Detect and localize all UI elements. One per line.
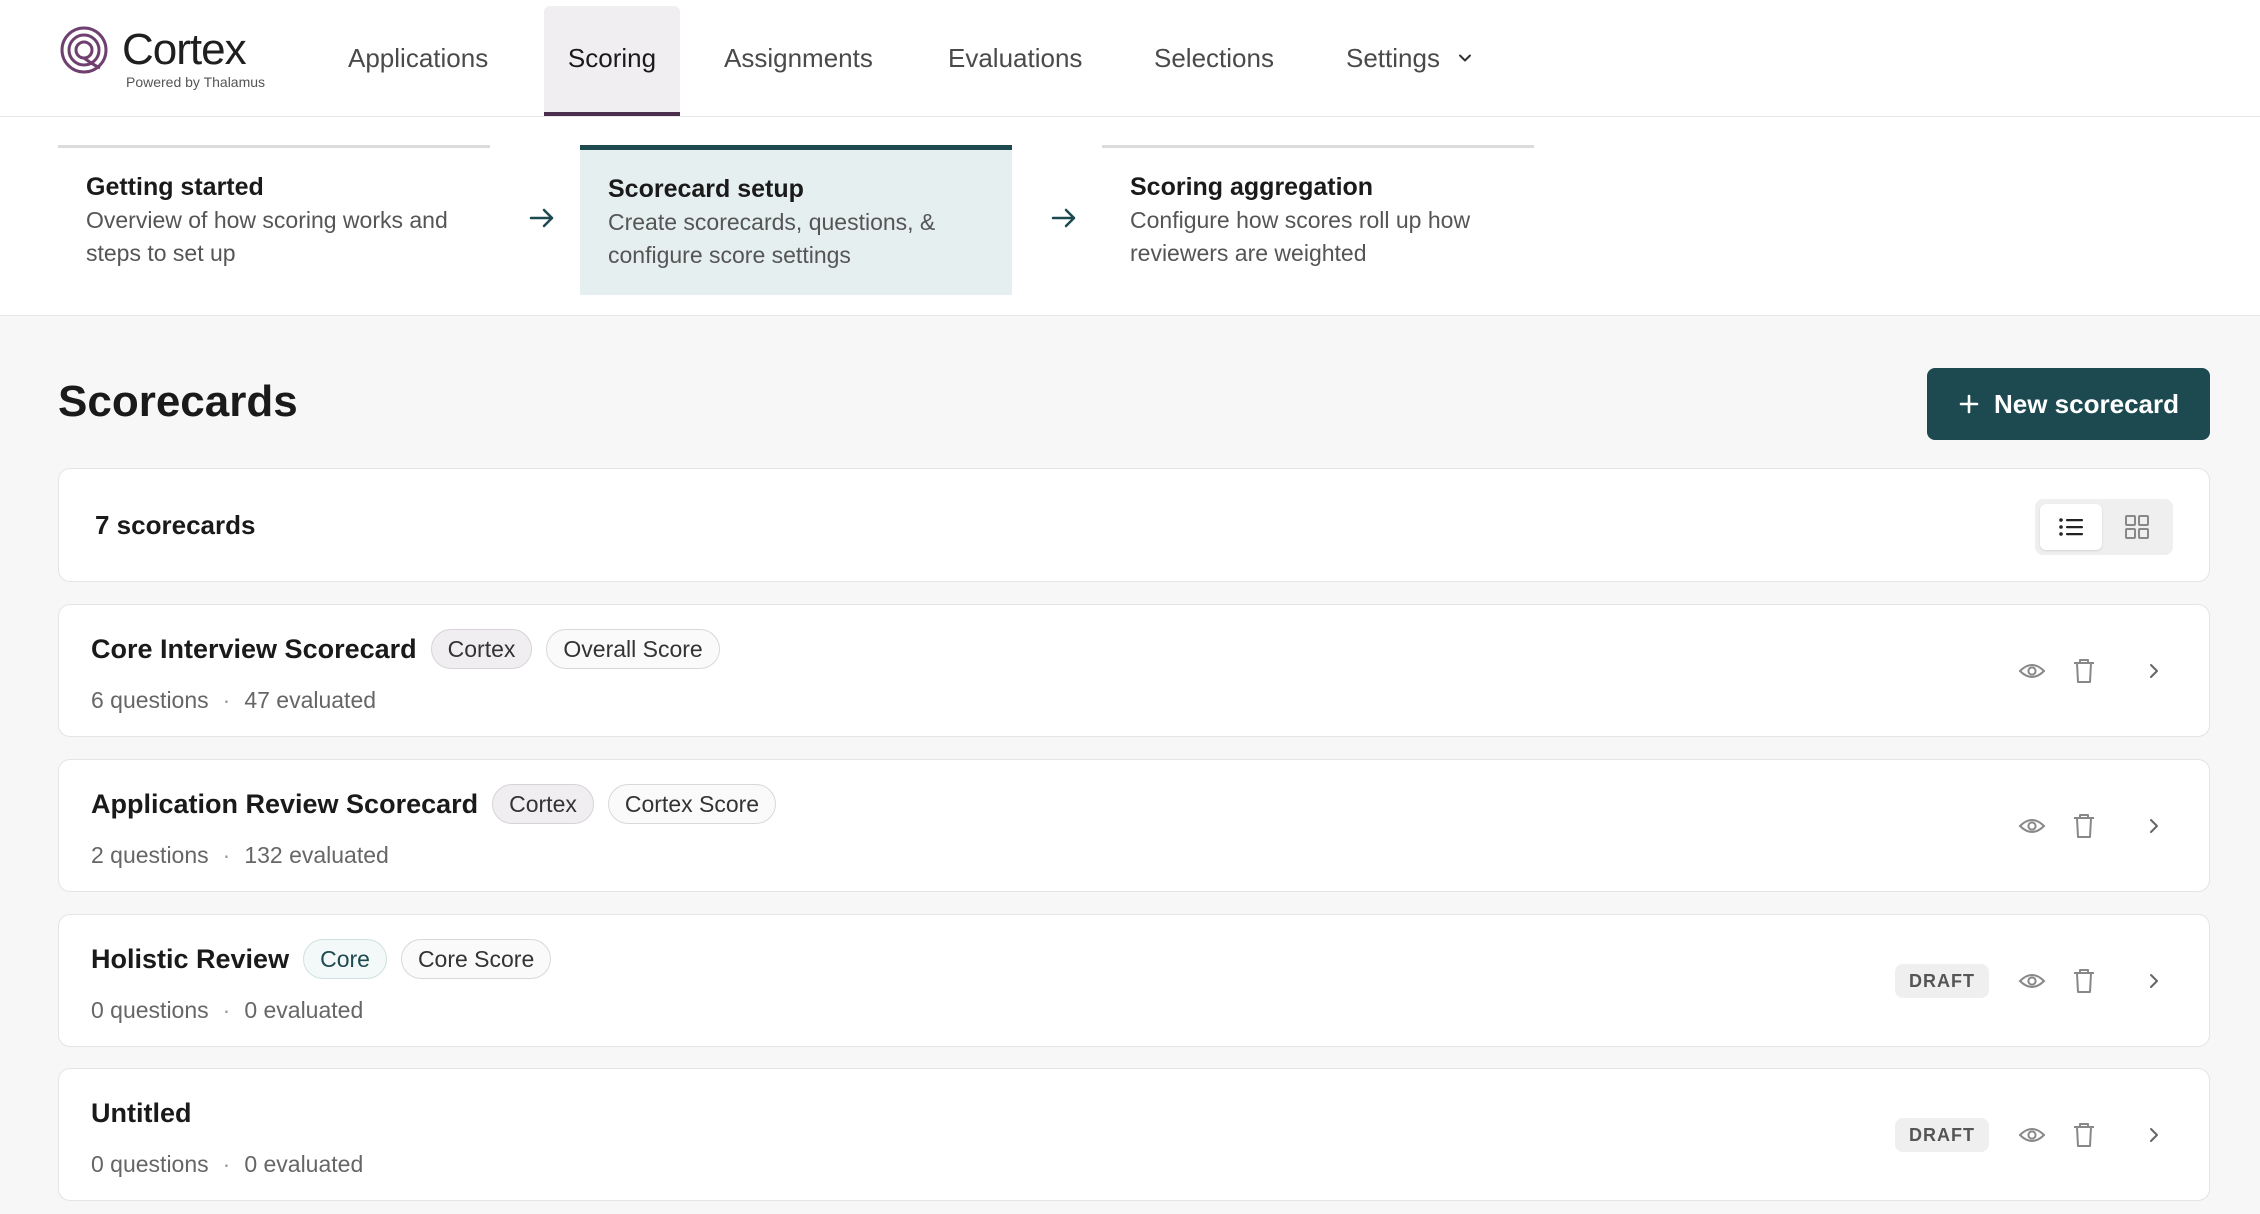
chevron-right-icon xyxy=(2150,663,2158,678)
meta-separator: · xyxy=(222,1151,231,1177)
draft-badge: DRAFT xyxy=(1895,1117,1989,1152)
logo-subtext: Powered by Thalamus xyxy=(126,74,266,90)
scorecard-tag: Overall Score xyxy=(546,629,720,669)
trash-icon xyxy=(2074,813,2094,838)
question-count: 2 questions xyxy=(91,842,209,868)
evaluated-count: 0 evaluated xyxy=(244,1151,364,1177)
nav-tab-applications[interactable]: Applications xyxy=(326,6,510,116)
step-description: Create scorecards, questions, & configur… xyxy=(608,209,936,268)
list-icon xyxy=(2059,518,2083,536)
chevron-right-icon xyxy=(2150,1127,2158,1142)
trash-icon xyxy=(2074,1122,2094,1147)
evaluated-count: 47 evaluated xyxy=(244,687,377,713)
scoring-steps: Getting started Overview of how scoring … xyxy=(0,117,2260,316)
delete-button[interactable] xyxy=(2069,656,2099,686)
step-scorecard-setup[interactable]: Scorecard setup Create scorecards, quest… xyxy=(580,145,1012,295)
scorecard-tag: Cortex xyxy=(492,784,594,824)
step-title: Scorecard setup xyxy=(608,175,804,203)
logo-text: Cortex xyxy=(122,25,247,74)
scorecard-meta: 6 questions · 47 evaluated xyxy=(91,683,376,717)
open-scorecard-button[interactable] xyxy=(2139,966,2169,996)
nav-tab-evaluations[interactable]: Evaluations xyxy=(926,6,1104,116)
meta-separator: · xyxy=(222,687,231,713)
cortex-logo-icon xyxy=(60,26,108,74)
open-scorecard-button[interactable] xyxy=(2139,811,2169,841)
top-nav: Cortex Powered by Thalamus Applications … xyxy=(0,0,2260,117)
scorecard-row[interactable]: Untitled 0 questions · 0 evaluated DRAFT xyxy=(58,1068,2210,1201)
question-count: 6 questions xyxy=(91,687,209,713)
grid-icon xyxy=(2125,515,2149,539)
eye-icon xyxy=(2018,663,2046,678)
scorecard-row[interactable]: Holistic Review Core Core Score 0 questi… xyxy=(58,914,2210,1047)
chevron-right-icon xyxy=(2150,973,2158,988)
new-scorecard-label: New scorecard xyxy=(1994,388,2179,419)
app-logo[interactable]: Cortex Powered by Thalamus xyxy=(60,24,300,94)
nav-tab-assignments[interactable]: Assignments xyxy=(702,6,895,116)
arrow-right-icon xyxy=(1051,208,1076,228)
grid-view-button[interactable] xyxy=(2106,504,2168,550)
scorecard-meta: 0 questions · 0 evaluated xyxy=(91,1147,363,1181)
delete-button[interactable] xyxy=(2069,811,2099,841)
question-count: 0 questions xyxy=(91,997,209,1023)
scorecard-name: Untitled xyxy=(91,1098,192,1128)
trash-icon xyxy=(2074,658,2094,683)
preview-button[interactable] xyxy=(2017,656,2047,686)
meta-separator: · xyxy=(222,842,231,868)
scorecard-count-bar: 7 scorecards xyxy=(58,468,2210,582)
step-getting-started[interactable]: Getting started Overview of how scoring … xyxy=(58,145,490,295)
nav-tab-settings[interactable]: Settings xyxy=(1324,6,1495,116)
step-description: Overview of how scoring works and steps … xyxy=(86,207,448,266)
scorecard-tag: Core Score xyxy=(400,939,552,979)
eye-icon xyxy=(2018,973,2046,988)
scorecard-meta: 0 questions · 0 evaluated xyxy=(91,993,363,1027)
preview-button[interactable] xyxy=(2017,1120,2047,1150)
open-scorecard-button[interactable] xyxy=(2139,656,2169,686)
delete-button[interactable] xyxy=(2069,1120,2099,1150)
scorecard-meta: 2 questions · 132 evaluated xyxy=(91,838,389,872)
scorecard-row[interactable]: Application Review Scorecard Cortex Cort… xyxy=(58,759,2210,892)
nav-tab-scoring[interactable]: Scoring xyxy=(544,6,680,116)
evaluated-count: 0 evaluated xyxy=(244,997,364,1023)
scorecard-name: Holistic Review xyxy=(91,944,290,974)
draft-badge: DRAFT xyxy=(1895,963,1989,998)
nav-tab-settings-label: Settings xyxy=(1346,43,1440,73)
evaluated-count: 132 evaluated xyxy=(244,842,389,868)
trash-icon xyxy=(2074,968,2094,993)
delete-button[interactable] xyxy=(2069,966,2099,996)
scorecard-tag: Core xyxy=(303,939,387,979)
eye-icon xyxy=(2018,1127,2046,1142)
step-title: Scoring aggregation xyxy=(1130,173,1374,201)
scorecard-tag: Cortex xyxy=(430,629,533,669)
step-scoring-aggregation[interactable]: Scoring aggregation Configure how scores… xyxy=(1102,145,1534,295)
page-title: Scorecards xyxy=(58,377,298,426)
step-title: Getting started xyxy=(86,173,264,201)
scorecard-name: Core Interview Scorecard xyxy=(91,634,417,664)
list-view-button[interactable] xyxy=(2040,504,2102,550)
step-description: Configure how scores roll up how reviewe… xyxy=(1130,207,1471,266)
plus-icon xyxy=(1959,394,1979,414)
scorecard-count: 7 scorecards xyxy=(95,510,256,540)
preview-button[interactable] xyxy=(2017,811,2047,841)
nav-tab-selections[interactable]: Selections xyxy=(1132,6,1296,116)
preview-button[interactable] xyxy=(2017,966,2047,996)
meta-separator: · xyxy=(222,997,231,1023)
scorecard-name: Application Review Scorecard xyxy=(91,789,479,819)
question-count: 0 questions xyxy=(91,1151,209,1177)
scorecard-row[interactable]: Core Interview Scorecard Cortex Overall … xyxy=(58,604,2210,737)
scorecard-tag: Cortex Score xyxy=(607,784,777,824)
chevron-right-icon xyxy=(2150,818,2158,833)
open-scorecard-button[interactable] xyxy=(2139,1120,2169,1150)
eye-icon xyxy=(2018,818,2046,833)
chevron-down-icon xyxy=(1459,54,1472,62)
arrow-right-icon xyxy=(529,208,554,228)
view-toggle xyxy=(2035,499,2173,555)
new-scorecard-button[interactable]: New scorecard xyxy=(1927,368,2210,440)
